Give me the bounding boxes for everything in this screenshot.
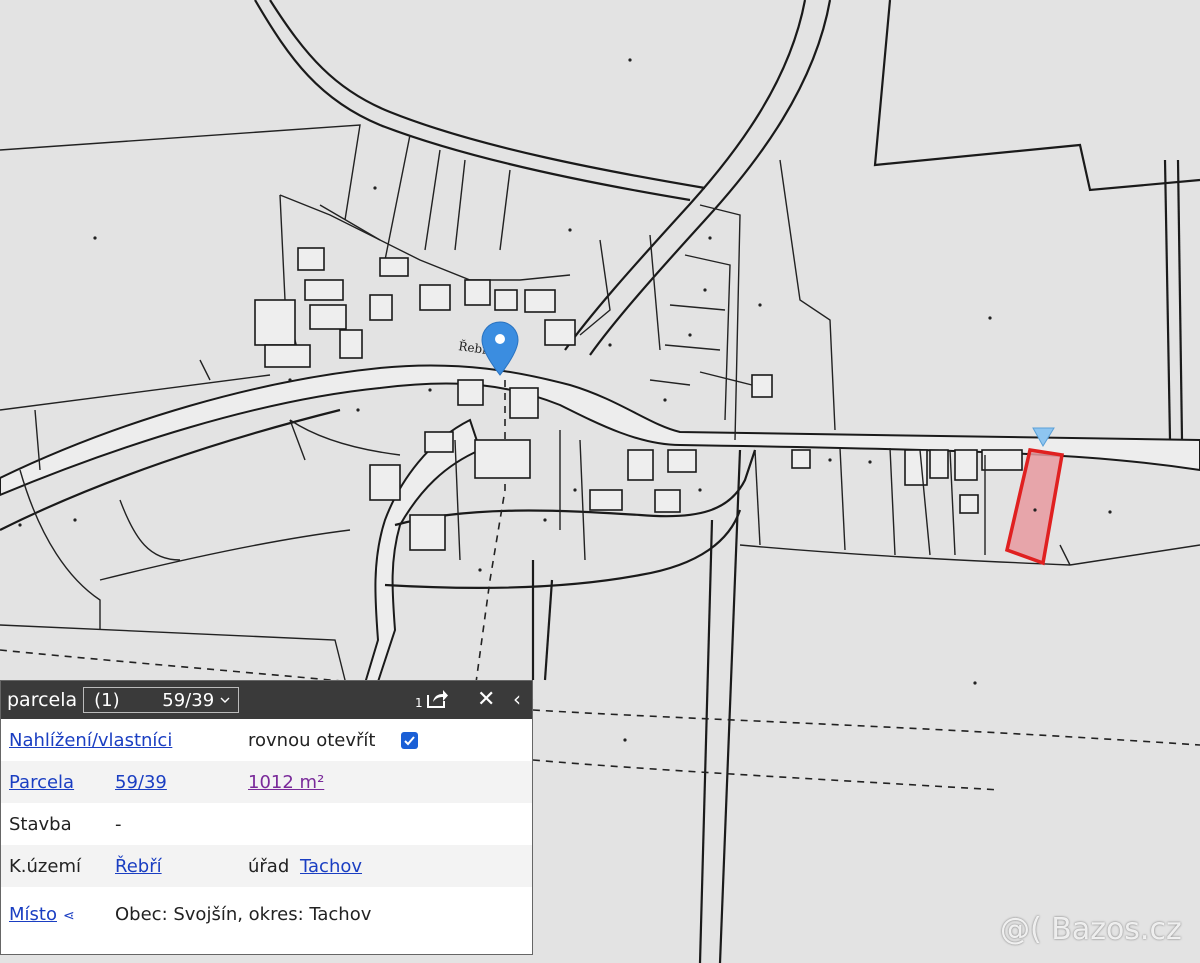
parcel-number-link[interactable]: 59/39 (115, 772, 167, 793)
uzemi-label: K.území (9, 855, 81, 877)
row-uzemi: K.území Řebří úřad Tachov (1, 845, 532, 887)
share-icon (426, 690, 448, 708)
parcel-selector-count: (1) (94, 689, 120, 711)
panel-title: parcela (7, 689, 78, 711)
chevron-down-icon (220, 697, 230, 703)
office-label: úřad (248, 855, 290, 877)
checkmark-icon (404, 735, 415, 745)
uzemi-link[interactable]: Řebří (115, 856, 162, 877)
share-button[interactable]: 1 (415, 687, 449, 709)
row-parcela: Parcela 59/39 1012 m² (1, 761, 532, 803)
row-nahlizeni: Nahlížení/vlastníci rovnou otevřít (1, 719, 532, 761)
location-arrow-icon[interactable]: ⋖ (63, 908, 75, 924)
parcel-selector[interactable]: (1) 59/39 (83, 687, 240, 713)
parcel-area-link[interactable]: 1012 m² (248, 772, 324, 793)
row-stavba: Stavba - (1, 803, 532, 845)
parcel-selector-value: 59/39 (162, 689, 215, 711)
open-directly-checkbox[interactable] (401, 731, 418, 749)
stavba-value: - (115, 813, 122, 835)
open-directly-label: rovnou otevřít (248, 729, 376, 751)
misto-group[interactable]: Místo ⋖ (9, 904, 75, 925)
misto-value: Obec: Svojšín, okres: Tachov (115, 904, 372, 925)
parcel-info-panel: parcela (1) 59/39 1 ✕ ‹ Nahlížení/vlastn… (0, 680, 533, 955)
watermark: @( Bazos.cz (1000, 912, 1182, 947)
panel-header: parcela (1) 59/39 1 ✕ ‹ (1, 681, 532, 719)
collapse-chevron-icon[interactable]: ‹ (513, 687, 521, 711)
stavba-label: Stavba (9, 813, 72, 835)
parcela-label-link[interactable]: Parcela (9, 772, 74, 793)
nahlizeni-link[interactable]: Nahlížení/vlastníci (9, 730, 172, 751)
office-link[interactable]: Tachov (300, 856, 362, 877)
share-count: 1 (415, 696, 423, 710)
close-icon[interactable]: ✕ (477, 687, 495, 712)
misto-link[interactable]: Místo (9, 904, 57, 925)
row-misto: Místo ⋖ Obec: Svojšín, okres: Tachov (1, 887, 532, 942)
